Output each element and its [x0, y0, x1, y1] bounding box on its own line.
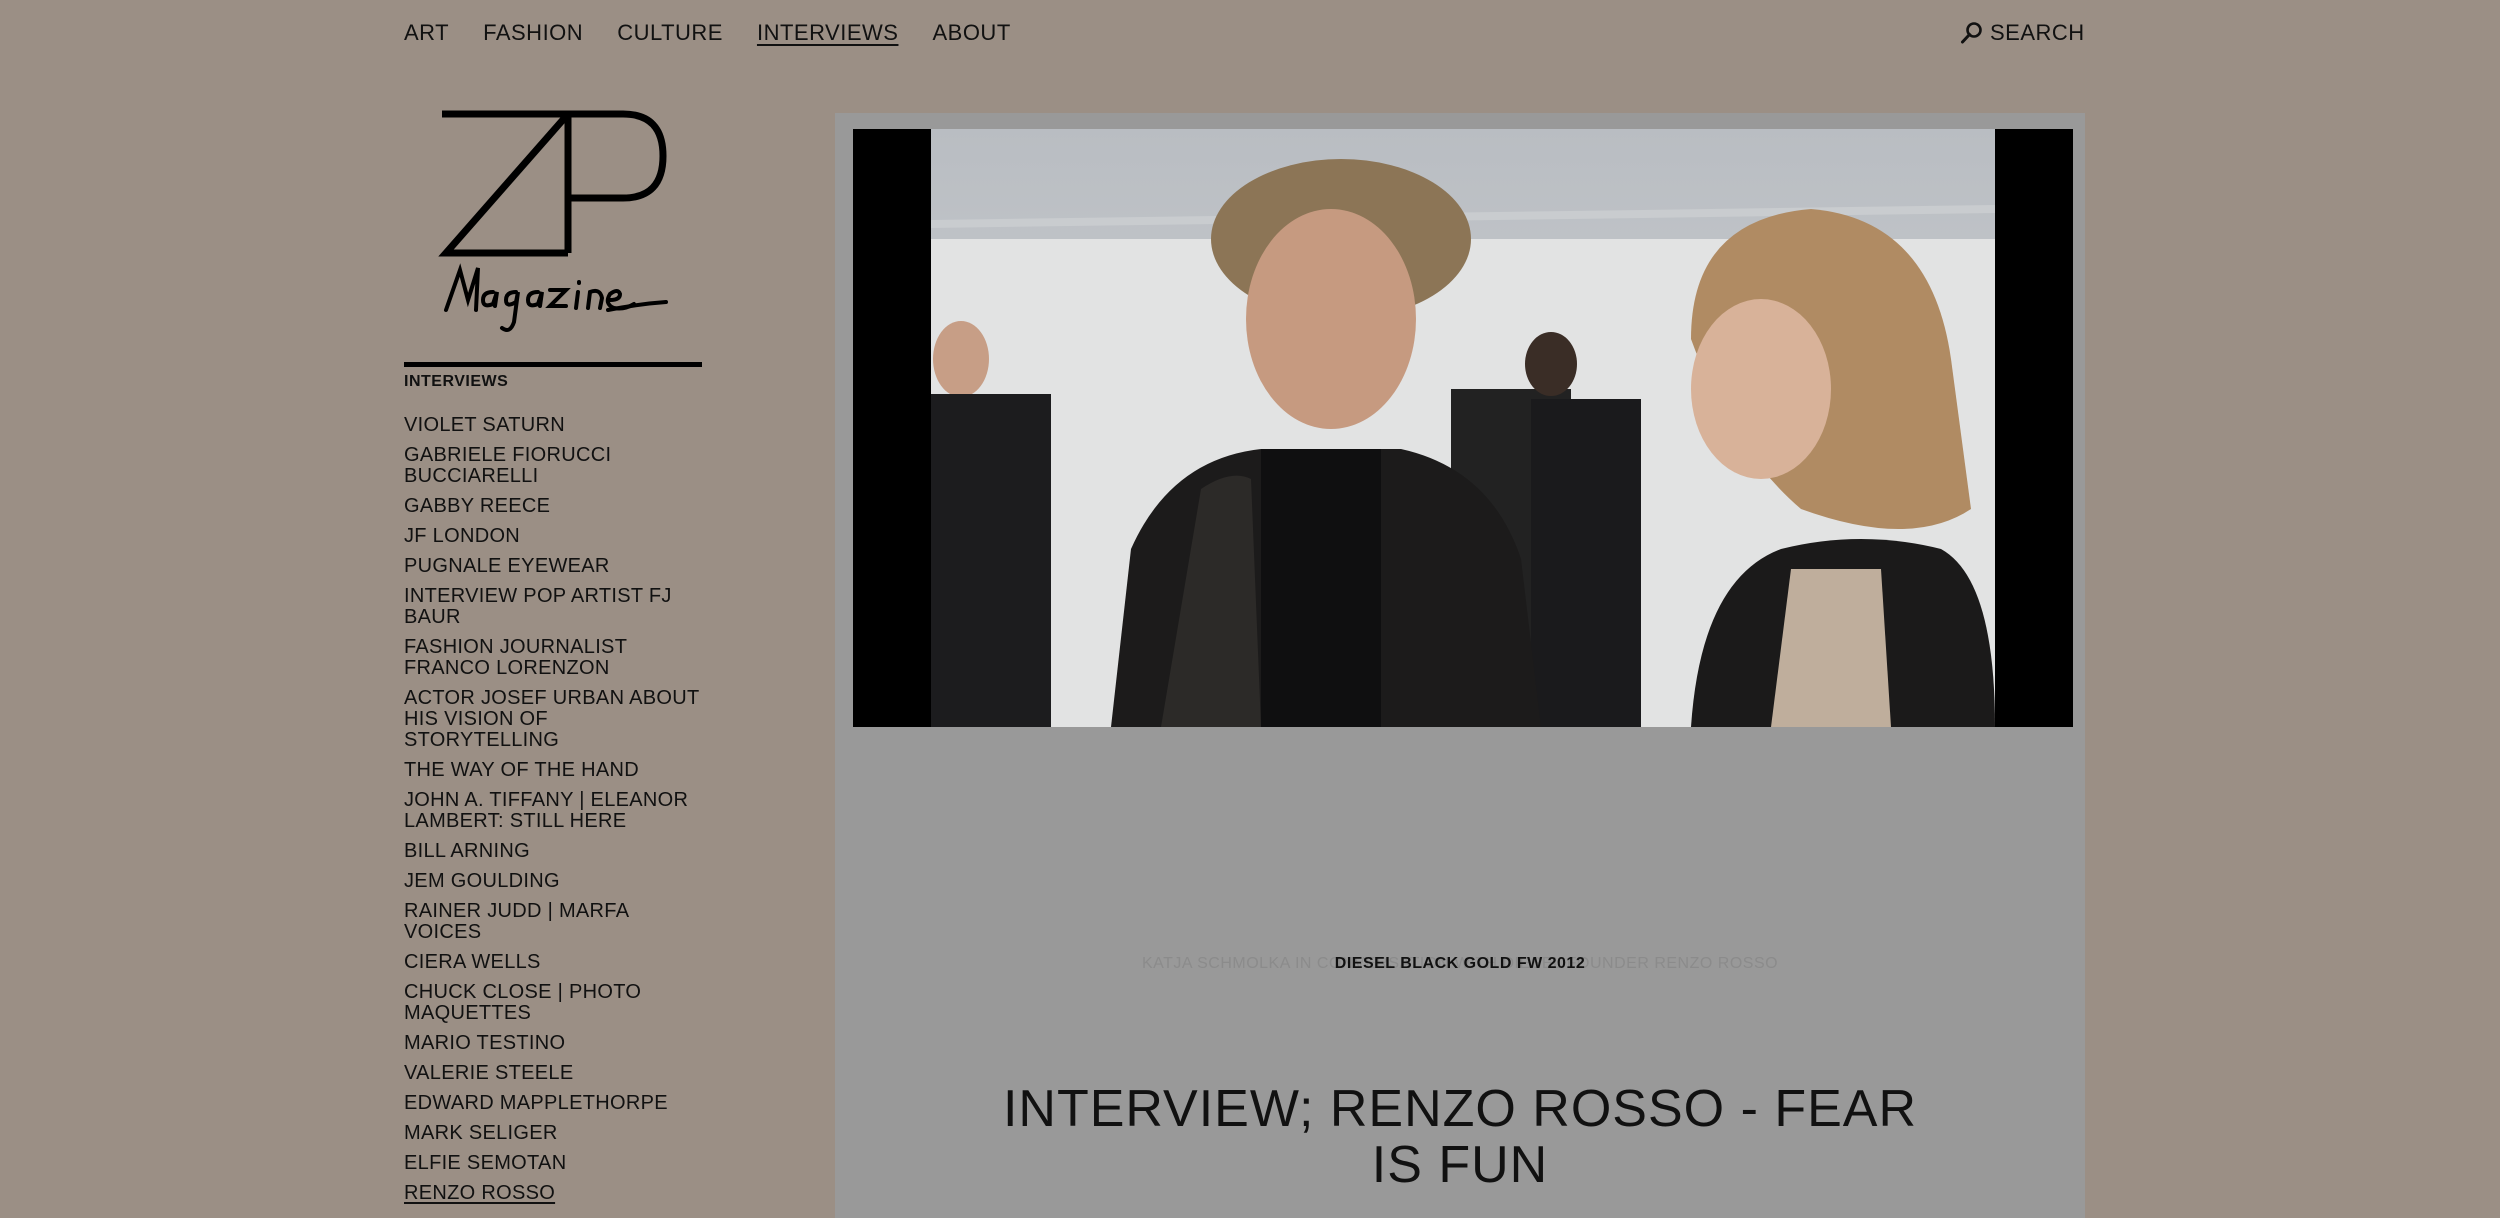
search-icon	[1961, 22, 1982, 44]
nav-art[interactable]: ART	[404, 18, 449, 48]
video-still	[931, 129, 1995, 727]
sidebar-item[interactable]: EDWARD MAPPLETHORPE	[404, 1093, 704, 1114]
sidebar-item[interactable]: JOHN A. TIFFANY | ELEANOR LAMBERT: STILL…	[404, 790, 704, 832]
nav-about[interactable]: ABOUT	[932, 18, 1010, 48]
search-button[interactable]: SEARCH	[1960, 18, 2085, 48]
sidebar-item[interactable]: VIOLET SATURN	[404, 415, 704, 436]
article-title: INTERVIEW; RENZO ROSSO - FEAR IS FUN	[1002, 1080, 1918, 1194]
sidebar-heading: INTERVIEWS	[404, 373, 509, 390]
nav-interviews[interactable]: INTERVIEWS	[757, 18, 899, 48]
article-panel: KATJA SCHMOLKA IN CONVERSATION WITH DIES…	[835, 113, 2085, 1218]
sidebar-item-active[interactable]: RENZO ROSSO	[404, 1183, 704, 1204]
sidebar-item[interactable]: THE WAY OF THE HAND	[404, 760, 704, 781]
video-caption: DIESEL BLACK GOLD FW 2012	[1334, 955, 1586, 972]
sidebar-item[interactable]: INTERVIEW POP ARTIST FJ BAUR	[404, 586, 704, 628]
sidebar-item[interactable]: MARIO TESTINO	[404, 1033, 704, 1054]
sidebar-item[interactable]: GABBY REECE	[404, 496, 704, 517]
nav-culture[interactable]: CULTURE	[617, 18, 723, 48]
sidebar-interview-list: VIOLET SATURN GABRIELE FIORUCCI BUCCIARE…	[404, 415, 704, 1213]
sidebar-item[interactable]: GABRIELE FIORUCCI BUCCIARELLI	[404, 445, 704, 487]
search-label: SEARCH	[1990, 20, 2085, 45]
sidebar-item[interactable]: VALERIE STEELE	[404, 1063, 704, 1084]
sidebar-divider	[404, 362, 702, 367]
video-player[interactable]	[853, 129, 2073, 727]
sidebar-item[interactable]: JF LONDON	[404, 526, 704, 547]
sidebar-item[interactable]: MARK SELIGER	[404, 1123, 704, 1144]
sidebar-item[interactable]: CIERA WELLS	[404, 952, 704, 973]
sidebar-item[interactable]: ELFIE SEMOTAN	[404, 1153, 704, 1174]
sidebar-item[interactable]: JEM GOULDING	[404, 871, 704, 892]
sidebar-item[interactable]: PUGNALE EYEWEAR	[404, 556, 704, 577]
top-nav: ART FASHION CULTURE INTERVIEWS ABOUT	[404, 18, 1045, 48]
sidebar-item[interactable]: CHUCK CLOSE | PHOTO MAQUETTES	[404, 982, 704, 1024]
sidebar-item[interactable]: BILL ARNING	[404, 841, 704, 862]
sidebar-item[interactable]: FASHION JOURNALIST FRANCO LORENZON	[404, 637, 704, 679]
zp-magazine-logo[interactable]	[438, 110, 670, 340]
nav-fashion[interactable]: FASHION	[483, 18, 583, 48]
sidebar-item[interactable]: RAINER JUDD | MARFA VOICES	[404, 901, 704, 943]
sidebar-item[interactable]: ACTOR JOSEF URBAN ABOUT HIS VISION OF ST…	[404, 688, 704, 751]
